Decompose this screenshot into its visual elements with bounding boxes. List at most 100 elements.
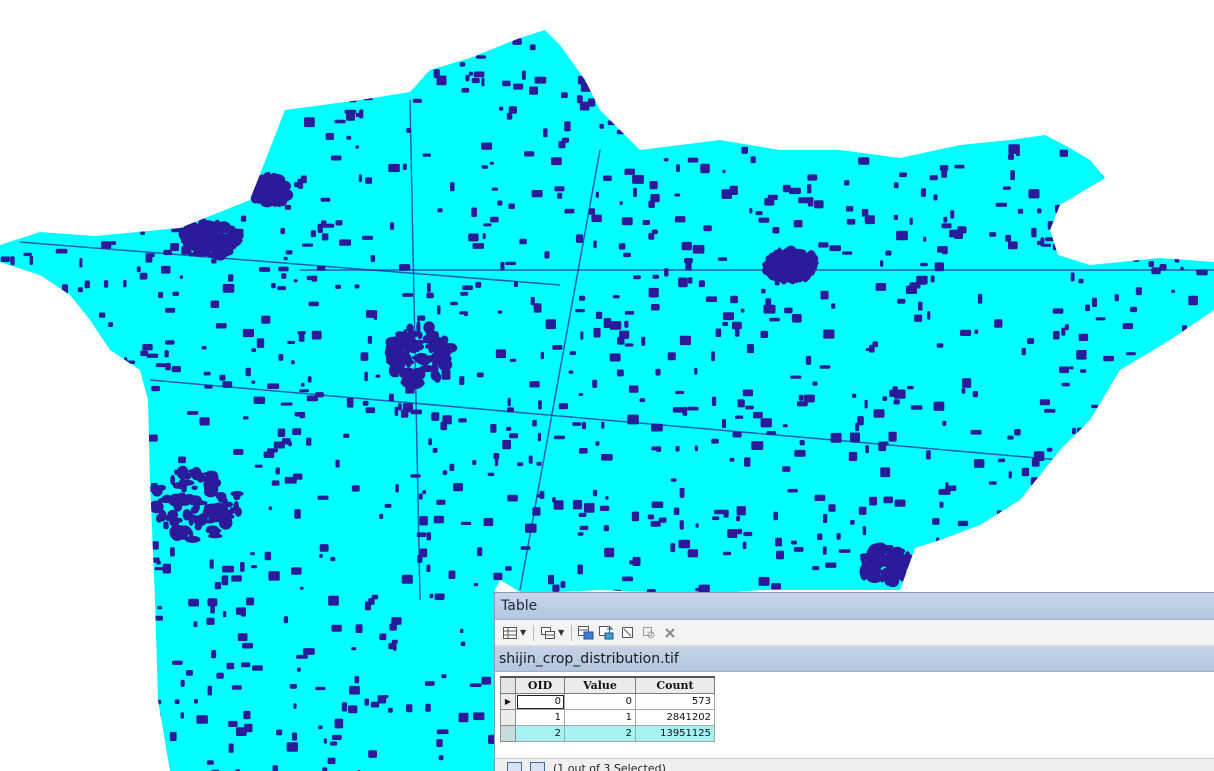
- raster-patch: [621, 217, 633, 226]
- raster-patch: [304, 651, 314, 655]
- attribute-table[interactable]: OID Value Count ▶ 0 0 573 1 1 2841202 2 2 1395112…: [500, 676, 715, 742]
- raster-patch: [791, 540, 797, 545]
- raster-patch: [675, 390, 685, 395]
- cell-oid[interactable]: 1: [515, 709, 565, 726]
- raster-patch: [468, 233, 479, 242]
- urban-cluster-patch: [234, 507, 242, 517]
- table-row[interactable]: 2 2 13951125: [500, 725, 715, 742]
- raster-patch: [231, 685, 242, 690]
- table-window-titlebar[interactable]: Table: [495, 593, 1214, 620]
- select-by-attributes-icon[interactable]: [577, 624, 595, 642]
- raster-patch: [681, 241, 692, 251]
- raster-patch: [949, 229, 961, 238]
- table-row[interactable]: 1 1 2841202: [500, 709, 715, 726]
- selection-status-text: (1 out of 3 Selected): [553, 762, 666, 771]
- row-selector[interactable]: [500, 709, 516, 726]
- urban-cluster-patch: [161, 494, 173, 504]
- delete-selected-icon[interactable]: [661, 624, 679, 642]
- raster-patch: [561, 92, 568, 98]
- raster-patch: [505, 261, 516, 266]
- row-selector[interactable]: ▶: [500, 693, 516, 710]
- raster-patch: [575, 308, 585, 313]
- table-row[interactable]: ▶ 0 0 573: [500, 693, 715, 710]
- raster-patch: [989, 232, 997, 237]
- raster-patch: [493, 572, 503, 580]
- raster-patch: [532, 419, 537, 427]
- raster-patch: [805, 397, 814, 403]
- raster-patch: [782, 184, 791, 193]
- cell-count[interactable]: 573: [635, 693, 715, 710]
- table-options-dropdown-icon[interactable]: ▼: [520, 628, 526, 637]
- urban-cluster-patch: [259, 183, 273, 195]
- raster-patch: [308, 301, 319, 307]
- raster-patch: [481, 165, 489, 169]
- raster-patch: [933, 194, 938, 201]
- raster-patch: [572, 499, 582, 510]
- column-header-oid[interactable]: OID: [515, 676, 565, 694]
- raster-patch: [165, 340, 175, 345]
- raster-patch: [793, 220, 803, 228]
- cell-value[interactable]: 2: [564, 725, 636, 742]
- raster-patch: [929, 175, 938, 181]
- cell-count[interactable]: 2841202: [635, 709, 715, 726]
- raster-patch: [910, 405, 923, 410]
- raster-patch: [721, 189, 732, 199]
- table-options-icon[interactable]: [501, 624, 519, 642]
- row-selector[interactable]: [500, 725, 516, 742]
- raster-patch: [435, 596, 444, 601]
- raster-patch: [285, 250, 293, 255]
- raster-patch: [235, 607, 244, 615]
- raster-patch: [729, 457, 735, 462]
- raster-patch: [580, 331, 584, 340]
- raster-patch: [417, 315, 426, 321]
- raster-patch: [354, 676, 360, 684]
- current-row-arrow-icon: ▶: [504, 697, 512, 706]
- raster-patch: [240, 215, 247, 222]
- clear-selection-icon[interactable]: [619, 624, 637, 642]
- raster-patch: [784, 307, 793, 314]
- table-tab[interactable]: shijin_crop_distribution.tif: [499, 651, 679, 667]
- raster-patch: [1122, 323, 1134, 330]
- raster-patch: [675, 445, 680, 452]
- related-tables-dropdown-icon[interactable]: ▼: [558, 628, 564, 637]
- raster-patch: [722, 551, 732, 556]
- urban-cluster-patch: [215, 492, 227, 500]
- raster-patch: [268, 571, 280, 581]
- raster-patch: [619, 201, 623, 205]
- raster-patch: [284, 205, 292, 210]
- raster-patch: [432, 447, 438, 453]
- cell-value[interactable]: 1: [564, 709, 636, 726]
- column-header-value[interactable]: Value: [564, 676, 636, 694]
- raster-patch: [481, 142, 493, 150]
- cell-oid[interactable]: 0: [515, 693, 565, 710]
- show-selected-records-icon[interactable]: [530, 762, 545, 771]
- related-tables-icon[interactable]: [539, 624, 557, 642]
- switch-selection-icon[interactable]: [598, 624, 616, 642]
- raster-patch: [648, 232, 655, 240]
- raster-patch: [203, 371, 211, 376]
- raster-patch: [437, 208, 443, 213]
- raster-patch: [722, 321, 729, 326]
- raster-patch: [358, 174, 362, 183]
- raster-patch: [390, 222, 395, 230]
- raster-patch: [186, 670, 193, 676]
- raster-patch: [624, 320, 629, 328]
- cell-count[interactable]: 13951125: [635, 725, 715, 742]
- row-selector-header[interactable]: [500, 676, 516, 694]
- zoom-to-selected-icon[interactable]: [640, 624, 658, 642]
- raster-patch: [603, 525, 609, 532]
- raster-patch: [442, 470, 448, 475]
- cell-value[interactable]: 0: [564, 693, 636, 710]
- raster-patch: [798, 394, 804, 401]
- raster-patch: [1125, 352, 1136, 356]
- raster-patch: [642, 220, 650, 225]
- raster-patch: [529, 44, 536, 51]
- table-window[interactable]: Table ▼ ▼ shijin_crop_distribution.tif O…: [494, 592, 1214, 771]
- column-header-count[interactable]: Count: [635, 676, 715, 694]
- attribute-grid[interactable]: OID Value Count ▶ 0 0 573 1 1 2841202 2 2 1395112…: [495, 672, 1214, 752]
- raster-patch: [509, 433, 518, 439]
- show-all-records-icon[interactable]: [507, 762, 522, 771]
- raster-patch: [745, 405, 754, 410]
- cell-oid[interactable]: 2: [515, 725, 565, 742]
- raster-patch: [165, 362, 171, 371]
